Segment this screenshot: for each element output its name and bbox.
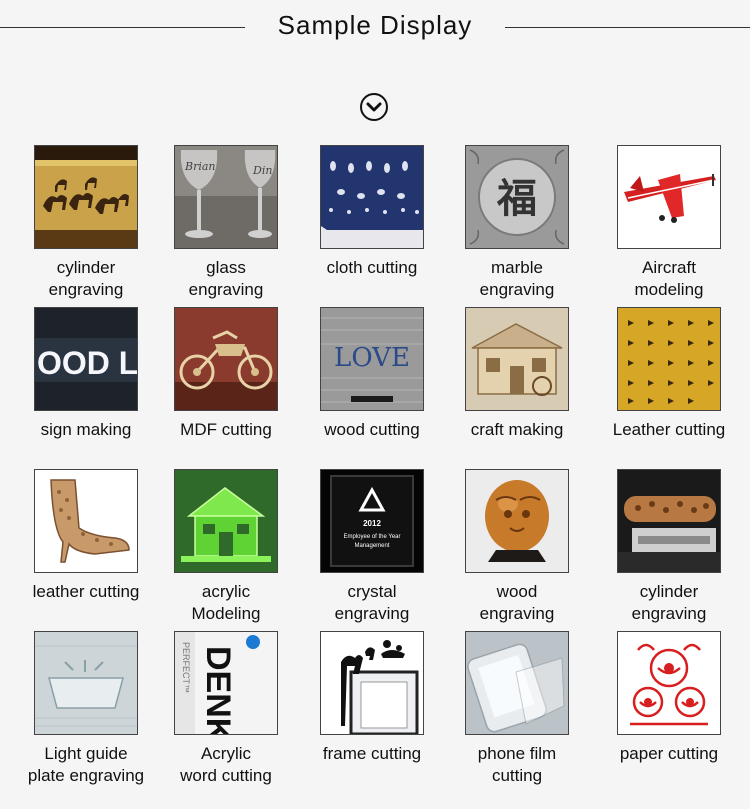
sample-tile[interactable]: LOVE wood cutting (302, 307, 442, 441)
sample-label: crystal engraving (334, 582, 410, 623)
section-title: Sample Display (277, 10, 473, 40)
sample-image: 福 (465, 145, 569, 249)
header-divider-right (505, 27, 750, 28)
sample-image (617, 145, 721, 249)
scroll-down-button[interactable] (360, 93, 388, 121)
sample-tile[interactable]: Leather cutting (599, 307, 739, 441)
sample-label: leather cutting (32, 582, 140, 601)
svg-text:Management: Management (354, 543, 389, 549)
sample-image (465, 631, 569, 735)
header-divider-left (0, 27, 245, 28)
sample-image (465, 469, 569, 573)
sample-label: Leather cutting (612, 420, 726, 439)
section-header: Sample Display (0, 0, 750, 60)
chevron-down-icon (366, 102, 382, 112)
sample-tile[interactable]: 福 marble engraving (447, 145, 587, 301)
sample-label: cylinder engraving (48, 258, 124, 299)
sample-label: glass engraving (188, 258, 264, 299)
sample-image: 2012 Employee of the Year Management (320, 469, 424, 573)
sample-label: marble engraving (479, 258, 555, 299)
sample-label: cloth cutting (326, 258, 418, 277)
svg-text:LOVE: LOVE (334, 343, 410, 373)
sample-tile[interactable]: frame cutting (302, 631, 442, 765)
svg-text:Brian: Brian (184, 160, 216, 173)
sample-label: MDF cutting (180, 420, 272, 439)
sample-tile[interactable]: DENKE PERFECT™ Acrylic word cutting (156, 631, 296, 787)
sample-label: Acrylic word cutting (180, 744, 272, 785)
sample-tile[interactable]: cylinder engraving (16, 145, 156, 301)
sample-image (174, 307, 278, 411)
sample-image (320, 145, 424, 249)
svg-text:DENKE: DENKE (199, 646, 237, 734)
sample-image: Brian Din (174, 145, 278, 249)
sample-image (34, 631, 138, 735)
svg-text:PERFECT™: PERFECT™ (181, 642, 191, 693)
svg-text:OOD LIFE: OOD LIFE (37, 345, 137, 381)
sample-tile[interactable]: cylinder engraving (599, 469, 739, 625)
sample-tile[interactable]: Brian Din glass engraving (156, 145, 296, 301)
sample-tile[interactable]: craft making (447, 307, 587, 441)
sample-tile[interactable]: MDF cutting (156, 307, 296, 441)
sample-image (617, 631, 721, 735)
sample-image: OOD LIFE (34, 307, 138, 411)
sample-image (34, 469, 138, 573)
sample-tile[interactable]: phone film cutting (447, 631, 587, 787)
sample-image: LOVE (320, 307, 424, 411)
sample-tile[interactable]: wood engraving (447, 469, 587, 625)
sample-tile[interactable]: leather cutting (16, 469, 156, 603)
sample-tile[interactable]: 2012 Employee of the Year Management cry… (302, 469, 442, 625)
sample-label: acrylic Modeling (191, 582, 261, 623)
sample-image (617, 469, 721, 573)
sample-tile[interactable]: Light guide plate engraving (16, 631, 156, 787)
sample-image (174, 469, 278, 573)
sample-label: wood engraving (479, 582, 555, 623)
svg-text:2012: 2012 (363, 519, 381, 528)
svg-text:Employee of the Year: Employee of the Year (343, 534, 400, 540)
sample-label: phone film cutting (477, 744, 557, 785)
sample-tile[interactable]: cloth cutting (302, 145, 442, 279)
sample-label: Aircraft modeling (634, 258, 704, 299)
sample-image: DENKE PERFECT™ (174, 631, 278, 735)
sample-label: craft making (470, 420, 564, 439)
sample-tile[interactable]: Aircraft modeling (599, 145, 739, 301)
sample-image (34, 145, 138, 249)
sample-image (465, 307, 569, 411)
svg-text:Din: Din (252, 164, 272, 177)
sample-label: paper cutting (619, 744, 719, 763)
sample-label: Light guide plate engraving (27, 744, 145, 785)
sample-tile[interactable]: acrylic Modeling (156, 469, 296, 625)
sample-tile[interactable]: paper cutting (599, 631, 739, 765)
sample-label: wood cutting (324, 420, 420, 439)
sample-label: frame cutting (322, 744, 422, 763)
sample-image (617, 307, 721, 411)
svg-text:福: 福 (496, 175, 537, 222)
sample-image (320, 631, 424, 735)
sample-label: sign making (40, 420, 132, 439)
sample-label: cylinder engraving (631, 582, 707, 623)
sample-tile[interactable]: OOD LIFE sign making (16, 307, 156, 441)
